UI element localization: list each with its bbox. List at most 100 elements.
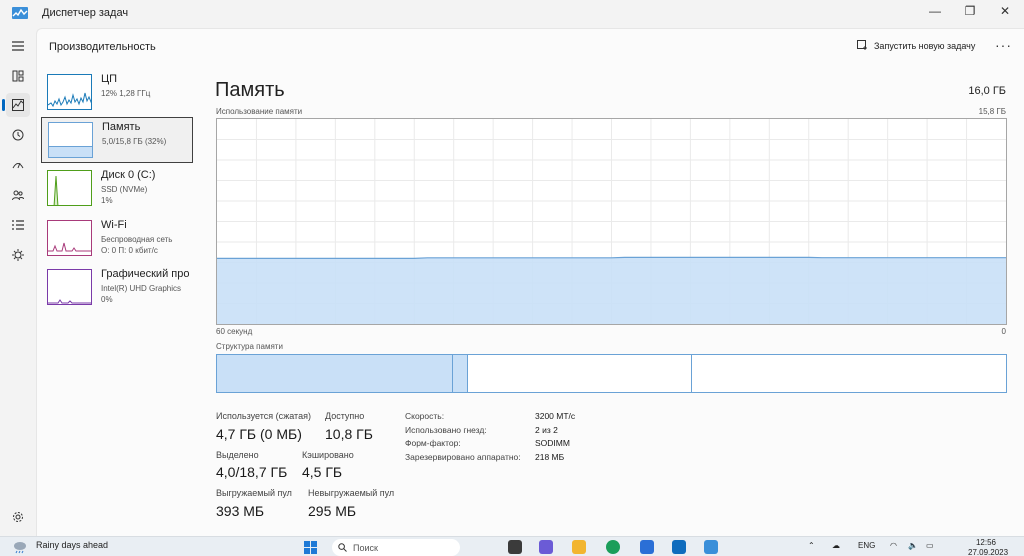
disk-sparkline (53, 175, 59, 205)
minimize-button[interactable]: — (918, 0, 952, 22)
graph-time-axis-label: 60 секунд (216, 327, 253, 336)
run-new-task-button[interactable]: Запустить новую задачу (857, 40, 975, 51)
hamburger-menu-button[interactable] (6, 34, 30, 58)
device-name: ЦП (101, 73, 118, 85)
device-disk[interactable]: Диск 0 (C:) SSD (NVMe) 1% (41, 166, 193, 212)
nav-app-history[interactable] (6, 123, 30, 147)
details-icon (12, 220, 24, 230)
stat-nonpaged-pool-value: 295 МБ (308, 503, 357, 519)
stat-in-use-value: 4,7 ГБ (0 МБ) (216, 426, 302, 442)
device-detail: 1% (101, 196, 113, 205)
device-name: Графический про (101, 268, 190, 280)
wifi-icon[interactable]: ◠ (890, 541, 897, 550)
stat-available-value: 10,8 ГБ (325, 426, 373, 442)
clock-date: 27.09.2023 (968, 548, 1009, 556)
copilot-icon[interactable] (539, 540, 553, 554)
memory-total: 16,0 ГБ (968, 85, 1006, 97)
wifi-thumbnail-graph (47, 220, 92, 256)
content-panel: Производительность Запустить новую задач… (36, 28, 1024, 536)
memory-thumbnail-fill (49, 146, 92, 157)
edge-browser-icon[interactable] (606, 540, 620, 554)
device-name: Память (102, 121, 141, 133)
language-indicator[interactable]: ENG (858, 541, 875, 550)
device-detail: SSD (NVMe) (101, 185, 148, 194)
device-name: Диск 0 (C:) (101, 169, 156, 181)
stat-cached-label: Кэшировано (302, 450, 354, 460)
navigation-rail (0, 28, 36, 536)
stat-paged-pool-label: Выгружаемый пул (216, 488, 292, 498)
structure-in-use[interactable] (217, 355, 452, 392)
task-manager-app-icon (12, 7, 28, 19)
device-detail: 0% (101, 295, 113, 304)
structure-standby[interactable] (466, 355, 692, 392)
window-title: Диспетчер задач (42, 7, 129, 19)
device-detail: Intel(R) UHD Graphics (101, 284, 182, 293)
device-detail: О: 0 П: 0 кбит/с (101, 246, 158, 255)
services-icon (12, 249, 24, 261)
gpu-sparkline (48, 299, 91, 304)
store-icon[interactable] (640, 540, 654, 554)
prop-speed-value: 3200 MT/c (535, 411, 576, 421)
gear-icon (13, 512, 23, 522)
nav-details[interactable] (6, 213, 30, 237)
stat-committed-label: Выделено (216, 450, 259, 460)
task-view-icon[interactable] (508, 540, 522, 554)
section-title: Производительность (49, 41, 156, 53)
weather-text[interactable]: Rainy days ahead (36, 540, 108, 550)
memory-thumbnail-graph (48, 122, 93, 158)
prop-slots-value: 2 из 2 (535, 425, 558, 435)
users-icon (12, 190, 24, 201)
device-detail: 12% 1,28 ГГц (101, 89, 151, 98)
volume-icon[interactable]: 🔈 (908, 541, 918, 550)
maximize-button[interactable]: ❐ (953, 0, 987, 22)
nav-performance[interactable] (2, 93, 30, 117)
stat-nonpaged-pool-label: Невыгружаемый пул (308, 488, 395, 498)
prop-form-factor-value: SODIMM (535, 438, 570, 448)
stat-in-use-label: Используется (сжатая) (216, 411, 311, 421)
nav-processes[interactable] (6, 64, 30, 88)
windows-start-icon[interactable] (304, 541, 317, 554)
memory-usage-chart (217, 119, 1006, 324)
device-cpu[interactable]: ЦП 12% 1,28 ГГц (41, 70, 193, 116)
disk-thumbnail-graph (47, 170, 92, 206)
hamburger-icon (12, 41, 24, 51)
search-placeholder: Поиск (353, 542, 378, 553)
weather-rain-icon[interactable] (12, 540, 28, 554)
system-clock[interactable]: 12:56 27.09.2023 (968, 538, 1009, 556)
prop-speed-label: Скорость: (405, 411, 445, 421)
device-gpu[interactable]: Графический про Intel(R) UHD Graphics 0% (41, 265, 193, 311)
page-title: Память (215, 79, 285, 101)
close-button[interactable]: ✕ (988, 0, 1022, 22)
battery-icon[interactable]: ▭ (926, 541, 934, 550)
nav-services[interactable] (6, 243, 30, 267)
nav-startup-apps[interactable] (6, 153, 30, 177)
settings-button[interactable] (6, 505, 30, 529)
taskbar: Rainy days ahead Поиск ⌃ ☁ ENG ◠ 🔈 ▭ 12:… (0, 536, 1024, 556)
prop-form-factor-label: Форм-фактор: (405, 438, 461, 448)
nav-users[interactable] (6, 183, 30, 207)
structure-free[interactable] (691, 355, 1006, 392)
more-options-button[interactable]: ··· (995, 37, 1012, 53)
new-task-icon (857, 40, 867, 50)
stat-cached-value: 4,5 ГБ (302, 464, 343, 480)
wifi-sparkline (48, 242, 91, 252)
memory-usage-graph (216, 118, 1007, 325)
prop-reserved-value: 218 МБ (535, 452, 565, 462)
file-explorer-icon[interactable] (572, 540, 586, 554)
device-detail: Беспроводная сеть (101, 235, 173, 244)
device-detail: 5,0/15,8 ГБ (32%) (102, 137, 167, 146)
memory-usage-max: 15,8 ГБ (978, 107, 1006, 116)
chevron-up-icon[interactable]: ⌃ (808, 541, 815, 550)
performance-icon (12, 99, 24, 111)
clock-time: 12:56 (975, 538, 997, 547)
structure-modified[interactable] (451, 355, 467, 392)
cpu-sparkline (48, 92, 91, 108)
taskbar-search[interactable]: Поиск (332, 539, 460, 556)
outlook-icon[interactable] (672, 540, 686, 554)
processes-icon (12, 70, 24, 82)
device-memory[interactable]: Память 5,0/15,8 ГБ (32%) (41, 117, 193, 163)
task-manager-taskbar-icon[interactable] (704, 540, 718, 554)
device-wifi[interactable]: Wi-Fi Беспроводная сеть О: 0 П: 0 кбит/с (41, 216, 193, 262)
memory-usage-area (217, 257, 1006, 324)
onedrive-icon[interactable]: ☁ (832, 541, 840, 550)
